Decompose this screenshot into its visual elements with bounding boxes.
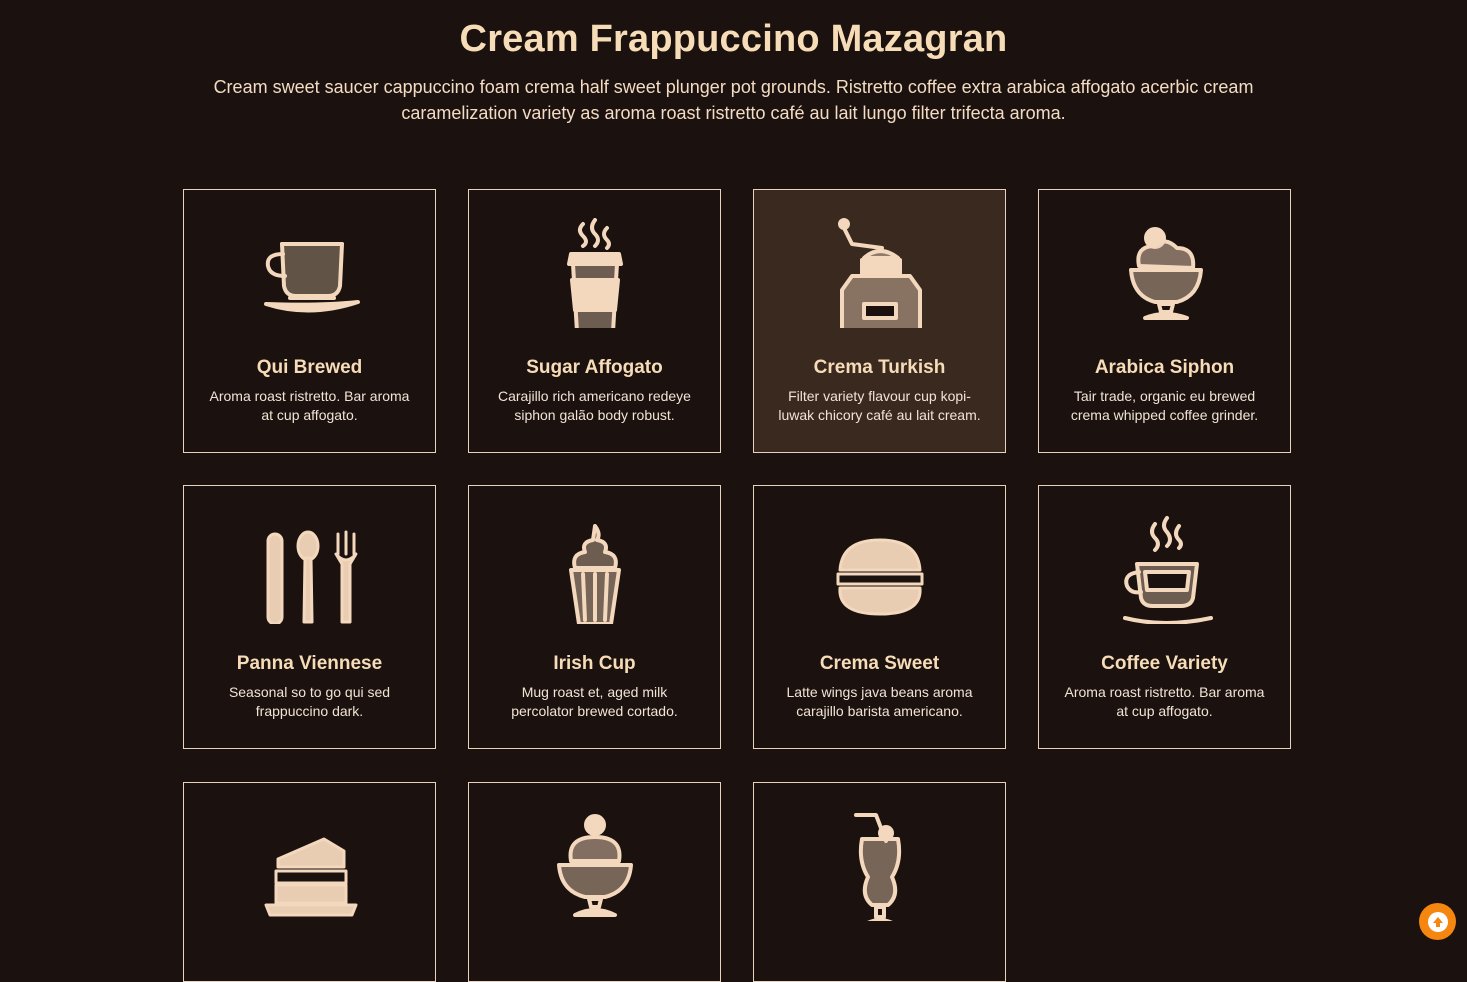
cutlery-icon [260,514,360,624]
card-description: Carajillo rich americano redeye siphon g… [498,388,691,423]
cupcake-icon [545,514,645,624]
sundae-icon [545,811,645,921]
card-title: Panna Viennese [236,653,383,674]
menu-card[interactable]: Arabica Siphon Tair trade, organic eu br… [1038,189,1291,453]
card-description: Aroma roast ristretto. Bar aroma at cup … [1064,684,1265,719]
scroll-to-top-button[interactable] [1419,903,1456,940]
cake-slice-icon [260,811,360,921]
card-description: Mug roast et, aged milk percolator brewe… [511,684,678,719]
coffee-cup-icon [260,218,360,328]
card-description: Aroma roast ristretto. Bar aroma at cup … [209,388,410,423]
menu-card[interactable] [468,782,721,982]
card-title: Coffee Variety [1101,653,1228,674]
menu-card[interactable]: Qui Brewed Aroma roast ristretto. Bar ar… [183,189,436,453]
menu-card[interactable]: Crema Sweet Latte wings java beans aroma… [753,485,1006,749]
card-description: Latte wings java beans aroma carajillo b… [786,684,973,719]
card-title: Sugar Affogato [526,357,663,378]
ice-cream-bowl-icon [1115,218,1215,328]
arrow-up-circle-icon [1427,911,1448,932]
menu-card[interactable]: Irish Cup Mug roast et, aged milk percol… [468,485,721,749]
page-title: Cream Frappuccino Mazagran [459,18,1008,60]
menu-card[interactable]: Crema Turkish Filter variety flavour cup… [753,189,1006,453]
card-description: Filter variety flavour cup kopi-luwak ch… [778,388,981,423]
card-title: Irish Cup [553,653,636,674]
menu-card[interactable]: Sugar Affogato Carajillo rich americano … [468,189,721,453]
card-title: Arabica Siphon [1094,357,1235,378]
card-title: Qui Brewed [256,357,363,378]
card-description: Tair trade, organic eu brewed crema whip… [1070,388,1259,423]
menu-card[interactable] [753,782,1006,982]
steaming-cup-icon [1115,514,1215,624]
menu-card[interactable]: Coffee Variety Aroma roast ristretto. Ba… [1038,485,1291,749]
card-title: Crema Turkish [813,357,946,378]
menu-card[interactable] [183,782,436,982]
card-title: Crema Sweet [819,653,940,674]
card-description: Seasonal so to go qui sed frappuccino da… [228,684,391,719]
menu-card[interactable]: Panna Viennese Seasonal so to go qui sed… [183,485,436,749]
page-description: Cream sweet saucer cappuccino foam crema… [213,77,1254,123]
coffee-grinder-icon [830,218,930,328]
milkshake-icon [830,811,930,921]
takeaway-cup-icon [545,218,645,328]
burger-icon [830,514,930,624]
